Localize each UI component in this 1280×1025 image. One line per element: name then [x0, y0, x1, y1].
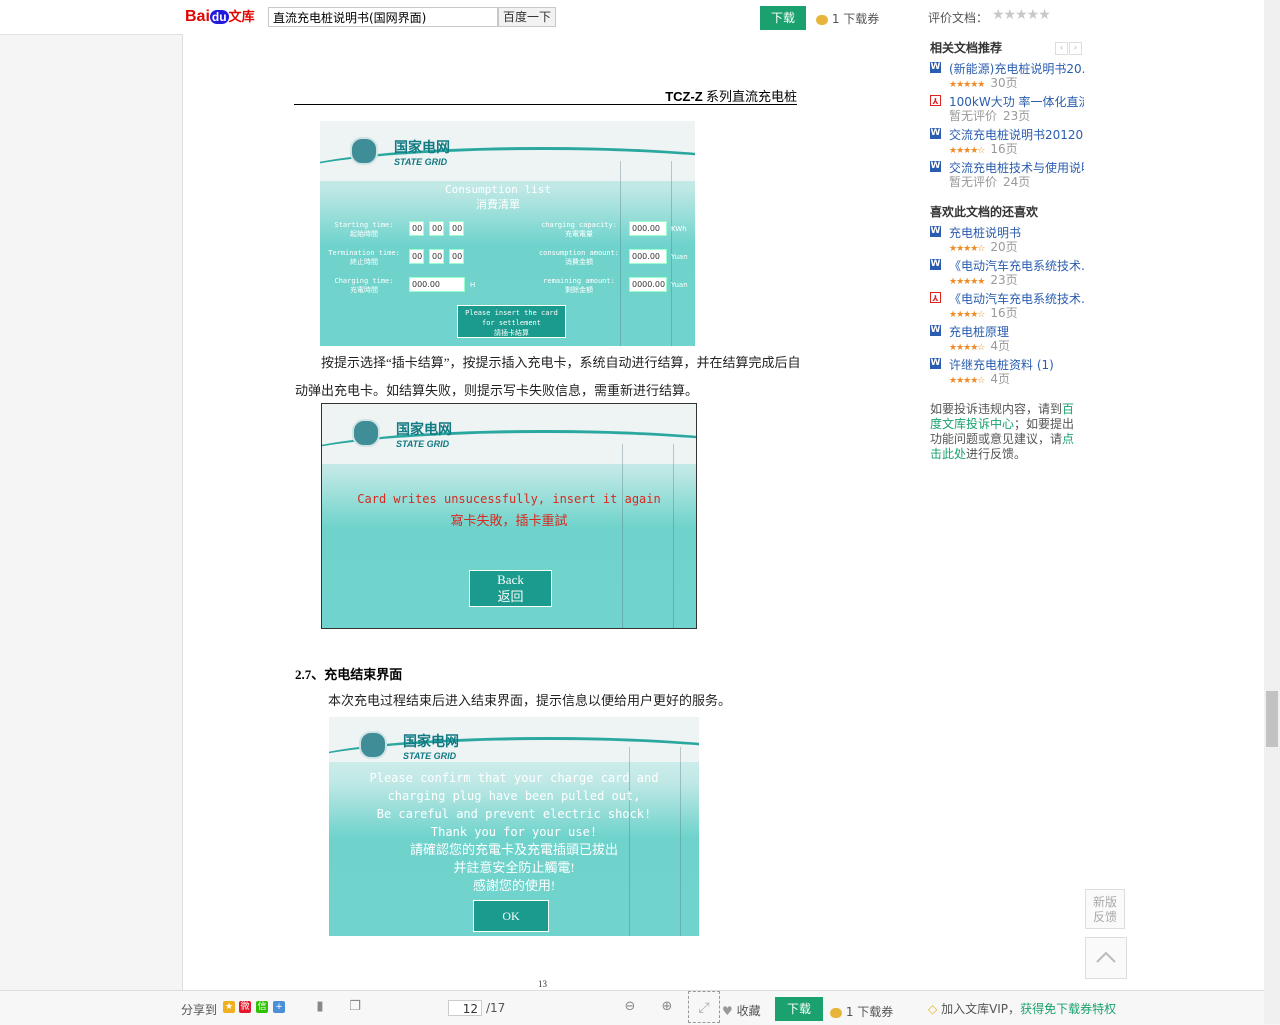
- word-doc-icon: W: [930, 128, 941, 139]
- amount-value: 000.00: [629, 249, 667, 264]
- related-docs-title: 相关文档推荐: [930, 41, 1003, 55]
- word-doc-icon: W: [930, 358, 941, 369]
- start-hour: 00: [409, 221, 424, 236]
- state-grid-globe-icon: [352, 419, 380, 447]
- page-header: TCZ-Z 系列直流充电桩: [294, 86, 797, 105]
- end-sec: 00: [449, 249, 464, 264]
- page-number: 13: [538, 979, 547, 989]
- complaint-note: 如要投诉违规内容，请到百度文库投诉中心；如要提出功能问题或意见建议，请点击此处进…: [930, 402, 1075, 461]
- state-grid-globe-icon: [350, 137, 378, 165]
- rating-label: 评价文档：: [928, 11, 989, 25]
- ticket-label: 1 下载券: [831, 12, 880, 26]
- download-button[interactable]: 下载: [760, 6, 806, 30]
- download-ticket-bottom: 1 下载券: [830, 1003, 893, 1020]
- screen-title-cn: 消費清單: [476, 199, 520, 211]
- next-arrow-icon[interactable]: ›: [1069, 42, 1082, 55]
- page-number-input[interactable]: 12: [448, 1000, 482, 1016]
- start-min: 00: [429, 221, 444, 236]
- screen-title-en: Consumption list: [445, 183, 551, 196]
- zoom-out-icon[interactable]: ⊖: [623, 1000, 637, 1014]
- paragraph-line: 本次充电过程结束后进入结束界面，提示信息以便给用户更好的服务。: [328, 693, 732, 708]
- write-card-failed-screen: 国家电网 STATE GRID Card writes unsucessfull…: [321, 403, 697, 629]
- word-doc-icon: W: [930, 161, 941, 172]
- scrollbar[interactable]: [1264, 0, 1280, 1024]
- baidu-wenku-logo[interactable]: Bai du 文库: [185, 6, 255, 26]
- section-title: 2.7、充电结束界面: [295, 667, 403, 682]
- end-min: 00: [429, 249, 444, 264]
- scrollbar-thumb[interactable]: [1266, 691, 1278, 747]
- error-message-cn: 寫卡失敗，插卡重試: [450, 513, 568, 528]
- related-meta: ★★★★★ 30页: [949, 76, 1018, 90]
- word-doc-icon: W: [930, 259, 941, 270]
- search-input[interactable]: 直流充电桩说明书(国网界面): [268, 7, 498, 27]
- word-doc-icon: W: [930, 325, 941, 336]
- pdf-doc-icon: ⅄: [930, 95, 941, 106]
- start-sec: 00: [449, 221, 464, 236]
- remaining-value: 0000.00: [629, 277, 667, 292]
- end-hour: 00: [409, 249, 424, 264]
- coin-icon: [830, 1007, 842, 1018]
- bookmark-icon[interactable]: ▮: [313, 1000, 327, 1014]
- zoom-in-icon[interactable]: ⊕: [660, 1000, 674, 1014]
- back-button[interactable]: Back 返回: [469, 570, 552, 607]
- copy-icon[interactable]: ❐: [348, 1000, 362, 1014]
- charge-end-screen: 国家电网 STATE GRID Please confirm that your…: [329, 717, 699, 936]
- state-grid-globe-icon: [359, 731, 387, 759]
- share-label: 分享到: [181, 1003, 218, 1017]
- capacity-value: 000.00: [629, 221, 667, 236]
- fullscreen-icon[interactable]: ⤢: [688, 991, 720, 1023]
- more-share-icon[interactable]: +: [273, 1001, 285, 1013]
- liked-meta: ★★★★☆ 4页: [949, 372, 1010, 386]
- diamond-icon: ◇: [928, 1002, 938, 1016]
- state-grid-logo: 国家电网 STATE GRID: [394, 139, 450, 167]
- chevron-up-icon: [1096, 951, 1116, 963]
- prev-arrow-icon[interactable]: ‹: [1055, 42, 1068, 55]
- new-feedback-button[interactable]: 新版反馈: [1085, 889, 1125, 929]
- download-ticket: 1 下载券: [816, 10, 879, 27]
- related-meta: ★★★★☆ 16页: [949, 142, 1018, 156]
- duration-value: 000.00: [409, 277, 465, 292]
- paragraph-line: 动弹出充电卡。如结算失败，则提示写卡失败信息，需重新进行结算。: [295, 383, 699, 398]
- related-meta: 暂无评价 23页: [949, 109, 1031, 123]
- end-message: Please confirm that your charge card and…: [369, 771, 659, 893]
- also-liked-title: 喜欢此文档的还喜欢: [930, 205, 1039, 219]
- download-button-bottom[interactable]: 下载: [775, 997, 823, 1021]
- insert-card-settle-button[interactable]: Please insert the card for settlement 請插卡結…: [457, 305, 566, 338]
- document-page: TCZ-Z 系列直流充电桩 国家电网 STATE GRID Consumptio…: [182, 34, 908, 990]
- coin-icon: [816, 14, 828, 25]
- wechat-icon[interactable]: 信: [256, 1001, 268, 1013]
- liked-meta: ★★★★☆ 16页: [949, 306, 1018, 320]
- state-grid-logo: 国家电网 STATE GRID: [396, 421, 452, 449]
- page-total: /17: [486, 1001, 506, 1015]
- rating-stars[interactable]: ★★★★★: [992, 7, 1051, 23]
- qzone-icon[interactable]: ★: [223, 1001, 235, 1013]
- word-doc-icon: W: [930, 226, 941, 237]
- paragraph-line: 按提示选择“插卡结算”，按提示插入充电卡，系统自动进行结算，并在结算完成后自: [321, 355, 801, 370]
- liked-meta: ★★★★☆ 4页: [949, 339, 1010, 353]
- related-meta: 暂无评价 24页: [949, 175, 1031, 189]
- ok-button[interactable]: OK: [473, 900, 549, 932]
- back-to-top-button[interactable]: [1085, 937, 1127, 979]
- state-grid-logo: 国家电网 STATE GRID: [403, 733, 459, 761]
- power-tower: [622, 444, 674, 628]
- vip-promo[interactable]: ◇ 加入文库VIP，获得免下载券特权: [928, 1000, 1116, 1017]
- search-button[interactable]: 百度一下: [498, 7, 556, 27]
- weibo-icon[interactable]: 微: [239, 1001, 251, 1013]
- favorite-button[interactable]: ♥ 收藏: [722, 1002, 761, 1019]
- liked-meta: ★★★★★ 23页: [949, 273, 1018, 287]
- liked-meta: ★★★★☆ 20页: [949, 240, 1018, 254]
- heart-icon: ♥: [722, 1004, 733, 1018]
- pdf-doc-icon: ⅄: [930, 292, 941, 303]
- consumption-list-screen: 国家电网 STATE GRID Consumption list 消費清單 St…: [320, 121, 695, 346]
- word-doc-icon: W: [930, 62, 941, 73]
- error-message-en: Card writes unsucessfully, insert it aga…: [357, 492, 661, 506]
